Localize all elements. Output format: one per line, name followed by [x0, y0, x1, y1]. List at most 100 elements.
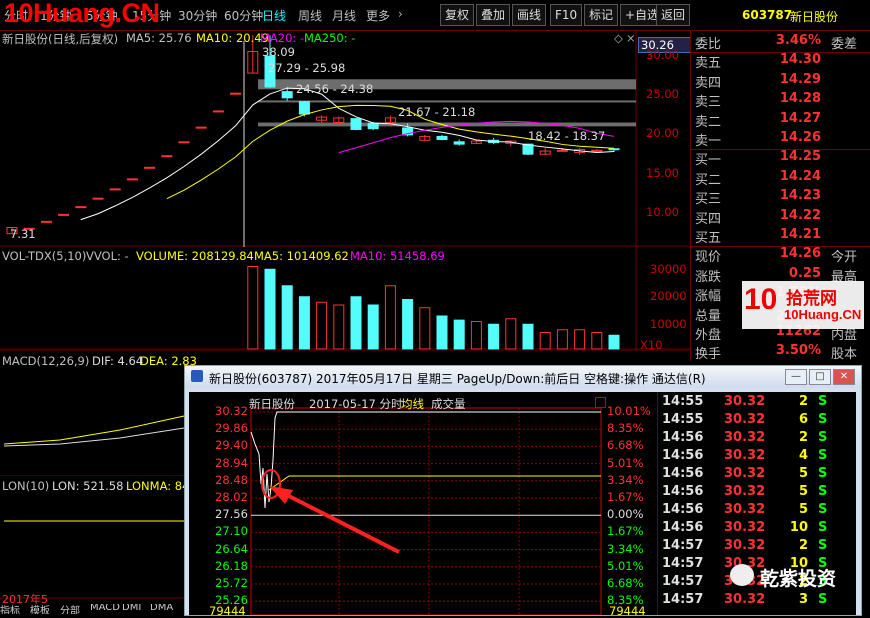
price-axis-tick: 25.72	[215, 576, 248, 590]
checkbox-icon[interactable]	[595, 397, 606, 408]
price-axis-tick: 29.40	[215, 438, 248, 453]
tick-price: 30.32	[724, 520, 766, 535]
vol-axis-left: 79444	[209, 604, 246, 618]
draw-button[interactable]: 画线	[512, 4, 547, 26]
candle-body	[350, 118, 362, 130]
period-tab-weekly[interactable]: 周线	[298, 7, 322, 24]
candle-body	[58, 213, 70, 216]
y-tick: 10000	[650, 317, 687, 331]
tick-price: 30.32	[724, 448, 766, 463]
volume-bar	[539, 332, 551, 350]
tick-volume: 2	[798, 430, 808, 445]
price-axis-tick: 29.86	[215, 421, 248, 436]
quote-label: 卖一	[695, 134, 722, 149]
f10-button[interactable]: F10	[550, 4, 583, 26]
tick-volume: 2	[798, 394, 808, 409]
period-tab-more[interactable]: 更多	[366, 7, 390, 24]
kline-chart[interactable]: 新日股份(日线,后复权) MA5: 25.76 MA10: 20.49 MA20…	[0, 31, 694, 247]
quote-label: 买二	[695, 172, 722, 188]
popup-titlebar[interactable]: 新日股份(603787) 2017年05月17日 星期三 PageUp/Down…	[185, 366, 861, 388]
tick-side: S	[818, 430, 828, 445]
gap-band	[258, 100, 636, 103]
app-icon	[191, 370, 203, 382]
tick-side: S	[818, 394, 828, 409]
pct-axis-tick: 8.35%	[607, 421, 644, 436]
candle-body	[195, 126, 207, 129]
period-tab-daily[interactable]: 日线	[262, 7, 286, 24]
pct-axis-tick: 6.68%	[607, 576, 644, 590]
price-axis-tick: 28.94	[215, 455, 248, 470]
quote-row: 现价 14.26 今开	[691, 246, 870, 265]
tick-row: 14:57 30.32 2S	[658, 538, 856, 556]
quote-extra-label: 委差	[831, 37, 858, 52]
pct-axis-tick: 3.34%	[607, 472, 644, 487]
candle-body	[367, 122, 379, 130]
chevron-right-icon[interactable]: ›	[398, 7, 403, 21]
volume-chart[interactable]: VOL-TDX(5,10) VVOL: - VOLUME: 208129.84 …	[0, 247, 690, 352]
quote-row: 买一 14.25	[691, 149, 870, 168]
period-tab-30min[interactable]: 30分钟	[178, 7, 217, 24]
candle-body	[178, 141, 190, 144]
quote-value: 14.21	[779, 227, 821, 242]
price-axis-tick: 27.10	[215, 524, 248, 539]
macd-title: MACD(12,26,9)	[2, 354, 90, 368]
tick-volume: 10	[789, 520, 808, 535]
ma5-readout: MA5: 25.76	[126, 31, 192, 45]
quote-value: 14.25	[779, 149, 821, 165]
volume-bar	[453, 319, 465, 350]
minimize-button[interactable]: —	[785, 369, 807, 385]
volume-bar	[281, 285, 293, 350]
settings-icon[interactable]: ◇	[614, 31, 623, 45]
period-tab-monthly[interactable]: 月线	[332, 7, 356, 24]
close-icon[interactable]: ×	[626, 31, 636, 45]
quote-value: 14.28	[779, 91, 821, 107]
maximize-button[interactable]: □	[809, 369, 831, 385]
tab-dmi[interactable]: DMI	[122, 604, 141, 613]
back-button[interactable]: 返回	[656, 4, 691, 26]
tick-side: S	[818, 466, 828, 481]
adjust-button[interactable]: 复权	[440, 4, 475, 26]
vol-title: VOL-TDX(5,10)	[2, 249, 87, 263]
watermark-logo-text: 拾荒网	[786, 289, 837, 309]
tick-time: 14:56	[662, 430, 704, 445]
tick-volume: 5	[798, 466, 808, 481]
y-tick: 10.00	[646, 205, 679, 219]
watermark-badge: 10 拾荒网 10Huang.CN	[742, 281, 864, 329]
gap-annotation: 27.29 - 25.98	[268, 61, 346, 75]
price-axis-tick: 27.56	[215, 507, 248, 522]
tab-macd[interactable]: MACD	[90, 604, 120, 613]
candle-body	[436, 135, 448, 141]
overlay-button[interactable]: 叠加	[476, 4, 511, 26]
tab-part[interactable]: 分部	[60, 604, 80, 614]
tick-time: 14:56	[662, 466, 704, 481]
gap-annotation: 18.42 - 18.37	[528, 129, 606, 143]
candle-body	[281, 91, 293, 99]
pct-axis-tick: 3.34%	[607, 541, 644, 556]
intraday-price-line	[250, 411, 601, 509]
tab-indicator[interactable]: 指标	[0, 604, 20, 614]
mark-button[interactable]: 标记	[584, 4, 619, 26]
candle-body	[556, 149, 568, 152]
volume-bar	[488, 323, 500, 350]
volume-bar	[556, 329, 568, 350]
period-tab-60min[interactable]: 60分钟	[224, 7, 263, 24]
tab-template[interactable]: 模板	[30, 604, 50, 614]
volume-bar	[298, 296, 310, 350]
tick-side: S	[818, 484, 828, 499]
tick-time: 14:57	[662, 556, 704, 571]
volume-readout: VOLUME: 208129.84	[136, 249, 254, 263]
quote-row: 卖一 14.26	[691, 130, 870, 149]
tick-price: 30.32	[724, 466, 766, 481]
tab-dma[interactable]: DMA	[150, 604, 173, 613]
quote-label: 卖五	[695, 56, 722, 72]
macd-dif: DIF: 4.64	[92, 354, 144, 368]
ma250-readout: MA250: -	[304, 31, 356, 45]
candle-body	[75, 206, 87, 209]
price-axis-tick: 30.32	[215, 404, 248, 418]
arrow-annotation	[280, 490, 400, 554]
popup-title-text: 新日股份(603787) 2017年05月17日 星期三 PageUp/Down…	[209, 372, 706, 386]
stock-code: 603787	[742, 8, 793, 22]
price-axis-tick: 28.48	[215, 472, 248, 487]
close-button[interactable]: ✕	[833, 369, 855, 385]
quote-label: 买四	[695, 211, 722, 227]
